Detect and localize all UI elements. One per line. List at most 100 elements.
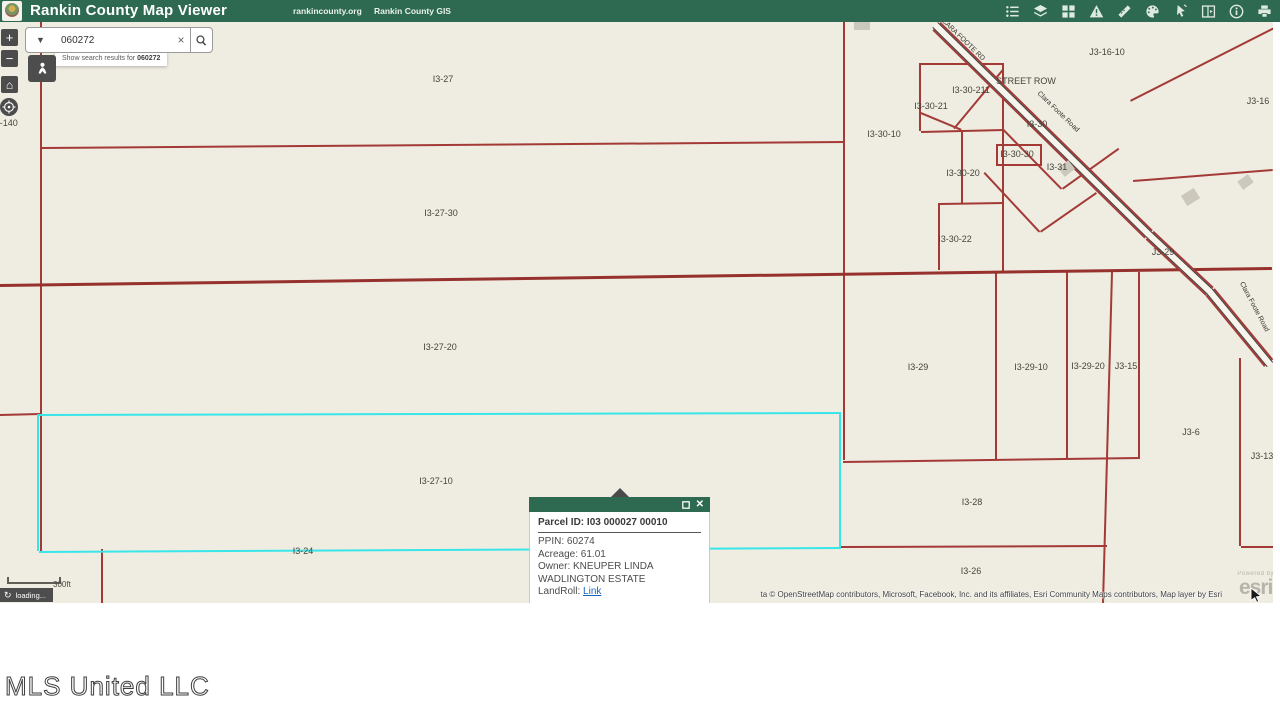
county-seal-logo bbox=[2, 1, 22, 21]
toolbar-button-legend[interactable] bbox=[1004, 3, 1020, 19]
search-suggestion[interactable]: Show search results for 060272 bbox=[55, 51, 167, 66]
info-icon bbox=[1229, 4, 1244, 19]
home-extent-button[interactable]: ⌂ bbox=[1, 76, 18, 93]
my-location-button[interactable] bbox=[0, 98, 18, 116]
app-window: I3-140I3-27I3-27-30I3-27-20I3-27-10I3-24… bbox=[0, 0, 1280, 720]
legend-icon bbox=[1005, 4, 1020, 19]
parcel-label: J3-6 bbox=[1182, 427, 1200, 437]
toolbar-button-select[interactable] bbox=[1172, 3, 1188, 19]
parcel-boundary-line bbox=[961, 131, 963, 203]
parcel-boundary-line bbox=[0, 413, 40, 416]
selected-parcel-outline bbox=[39, 547, 841, 553]
popup-maximize-button[interactable] bbox=[682, 496, 690, 514]
building-footprint bbox=[854, 22, 870, 30]
parcel-label: J3-16 bbox=[1247, 96, 1270, 106]
streetview-tool-button[interactable] bbox=[28, 55, 56, 82]
parcel-label: I3-30-21 bbox=[914, 101, 948, 111]
parcel-boundary-line bbox=[940, 202, 1004, 205]
parcel-label: I3-29-10 bbox=[1014, 362, 1048, 372]
popup-body: Parcel ID: I03 000027 00010 PPIN: 60274A… bbox=[529, 512, 710, 603]
parcel-label: J3-16-10 bbox=[1089, 47, 1125, 57]
parcel-boundary-line bbox=[1138, 272, 1140, 458]
loading-text: loading... bbox=[16, 591, 46, 600]
toolbar-button-draw[interactable] bbox=[1144, 3, 1160, 19]
parcel-label: I3-29 bbox=[908, 362, 929, 372]
measure-icon bbox=[1117, 4, 1132, 19]
parcel-popup: ✕ Parcel ID: I03 000027 00010 PPIN: 6027… bbox=[529, 497, 710, 603]
close-icon: × bbox=[177, 33, 184, 47]
parcel-boundary-line bbox=[0, 267, 1272, 287]
landroll-row: LandRoll: Link bbox=[538, 586, 701, 599]
toolbar-button-measure[interactable] bbox=[1116, 3, 1132, 19]
toolbar-button-alerts[interactable] bbox=[1088, 3, 1104, 19]
parcel-boundary-line bbox=[841, 545, 1107, 548]
parcel-boundary-line bbox=[921, 63, 1004, 65]
parcel-boundary-line bbox=[843, 457, 1140, 463]
popup-field: WADLINGTON ESTATE bbox=[538, 574, 701, 587]
search-input-value: 060272 bbox=[54, 35, 94, 46]
seal-image bbox=[5, 3, 19, 17]
popup-caret bbox=[611, 488, 629, 497]
landroll-link[interactable]: Link bbox=[583, 586, 601, 597]
popup-field: Owner: KNEUPER LINDA bbox=[538, 561, 701, 574]
parcel-label: I3-27-30 bbox=[424, 208, 458, 218]
toolbar-button-info[interactable] bbox=[1228, 3, 1244, 19]
suggestion-term: 060272 bbox=[137, 55, 160, 62]
parcel-label: J3-15 bbox=[1115, 361, 1138, 371]
popup-title: Parcel ID: I03 000027 00010 bbox=[538, 517, 701, 528]
link-rankin-county-gis[interactable]: Rankin County GIS bbox=[374, 6, 451, 16]
parcel-boundary-line bbox=[919, 63, 921, 131]
parcel-boundary-line bbox=[995, 272, 997, 459]
maximize-icon bbox=[682, 501, 690, 509]
select-icon bbox=[1173, 4, 1188, 19]
header-toolbar bbox=[1004, 0, 1272, 22]
parcel-label: I3-24 bbox=[293, 546, 314, 556]
map-attribution: ta © OpenStreetMap contributors, Microso… bbox=[761, 590, 1222, 599]
parcel-boundary-line bbox=[843, 22, 845, 460]
toolbar-button-panel[interactable] bbox=[1200, 3, 1216, 19]
parcel-boundary-line bbox=[1239, 358, 1241, 546]
parcel-label: STREET ROW bbox=[996, 76, 1056, 86]
toolbar-button-layers[interactable] bbox=[1032, 3, 1048, 19]
selected-parcel-outline bbox=[39, 412, 841, 416]
parcel-label: I3-27-10 bbox=[419, 476, 453, 486]
parcel-label: I3-31 bbox=[1047, 162, 1068, 172]
parcel-label: I3-140 bbox=[0, 118, 18, 128]
parcel-label: I3-30 bbox=[1027, 119, 1048, 129]
link-rankincounty-org[interactable]: rankincounty.org bbox=[293, 6, 362, 16]
scale-label: 300ft bbox=[53, 580, 71, 589]
parcel-boundary-line bbox=[1040, 192, 1097, 233]
zoom-in-button[interactable]: + bbox=[1, 29, 18, 46]
parcel-label: I3-29-20 bbox=[1071, 361, 1105, 371]
search-source-dropdown[interactable]: ▼ bbox=[25, 27, 56, 53]
parcel-label: I3-28 bbox=[962, 497, 983, 507]
alerts-icon bbox=[1089, 4, 1104, 19]
road-segment bbox=[1146, 231, 1214, 296]
popup-field: PPIN: 60274 bbox=[538, 536, 701, 549]
parcel-boundary-line bbox=[1130, 26, 1273, 102]
parcel-label: I3-30-20 bbox=[946, 168, 980, 178]
search-clear-button[interactable]: × bbox=[172, 27, 190, 53]
landroll-label: LandRoll: bbox=[538, 586, 583, 597]
app-title: Rankin County Map Viewer bbox=[30, 2, 227, 19]
print-icon bbox=[1257, 4, 1272, 19]
parcel-boundary-line bbox=[42, 141, 845, 149]
locate-icon bbox=[2, 100, 16, 114]
search-submit-button[interactable] bbox=[190, 27, 213, 53]
selected-parcel-outline bbox=[839, 412, 841, 548]
toolbar-button-basemap[interactable] bbox=[1060, 3, 1076, 19]
parcel-label: J3-13 bbox=[1251, 451, 1273, 461]
zoom-out-button[interactable]: − bbox=[1, 50, 18, 67]
parcel-label: I3-30-211 bbox=[952, 85, 990, 95]
parcel-boundary-line bbox=[40, 22, 42, 551]
panel-icon bbox=[1201, 4, 1216, 19]
suggestion-text: Show search results for bbox=[62, 55, 137, 62]
parcel-boundary-line bbox=[1102, 458, 1108, 603]
parcel-label: I3-30-22 bbox=[938, 234, 972, 244]
parcel-boundary-line bbox=[1241, 546, 1273, 548]
popup-close-button[interactable]: ✕ bbox=[696, 500, 704, 510]
toolbar-button-print[interactable] bbox=[1256, 3, 1272, 19]
search-input[interactable]: 060272 bbox=[54, 27, 185, 53]
mls-watermark: MLS United LLC bbox=[5, 671, 210, 702]
popup-header: ✕ bbox=[529, 497, 710, 512]
